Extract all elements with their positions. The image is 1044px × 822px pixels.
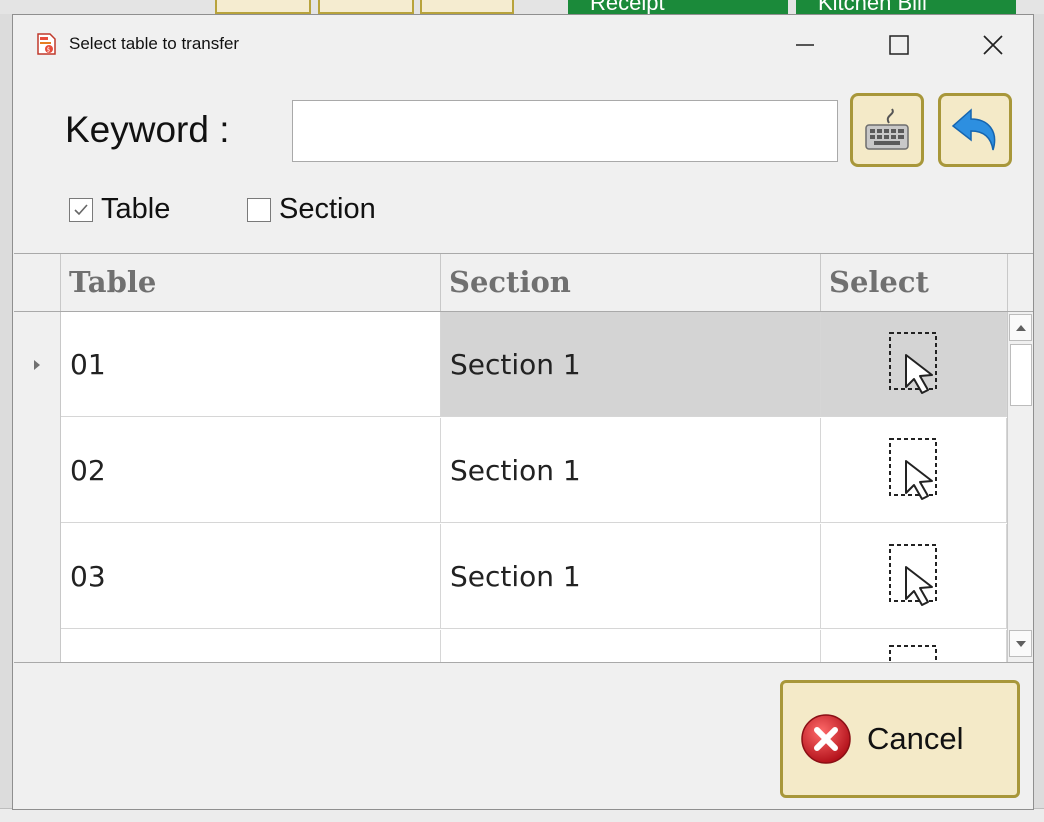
row-header[interactable]: [14, 524, 61, 630]
minimize-icon: [796, 44, 814, 46]
back-button[interactable]: [938, 93, 1012, 167]
row-header[interactable]: [14, 312, 61, 418]
select-cursor-icon: [888, 645, 937, 662]
scroll-down-icon: [1015, 640, 1026, 647]
maximize-button[interactable]: [869, 21, 929, 69]
filter-table-checkbox[interactable]: Table: [69, 193, 170, 226]
row-header[interactable]: [14, 418, 61, 524]
cell-section[interactable]: Section 1: [441, 524, 821, 629]
app-icon: $: [35, 32, 59, 56]
maximize-icon: [889, 35, 909, 55]
transfer-table-dialog: $ Select table to transfer Keyword : Tab…: [12, 14, 1034, 810]
minimize-button[interactable]: [775, 21, 835, 69]
scroll-thumb[interactable]: [1010, 344, 1032, 406]
select-cursor-icon: [888, 438, 937, 500]
select-row-button[interactable]: [821, 312, 1007, 417]
scroll-up-button[interactable]: [1009, 314, 1032, 341]
cancel-icon: [801, 714, 851, 764]
cell-table[interactable]: 01: [61, 312, 441, 417]
background-button: [420, 0, 514, 14]
column-header-table[interactable]: Table: [61, 254, 441, 311]
scroll-up-icon: [1015, 324, 1026, 331]
keyboard-button[interactable]: [850, 93, 924, 167]
tables-grid: Table Section Select 01 Section 1 02 Sec…: [14, 253, 1033, 663]
keyword-label: Keyword :: [65, 109, 230, 150]
keyboard-icon: [865, 108, 909, 150]
filter-section-checkbox[interactable]: Section: [247, 193, 376, 226]
scroll-down-button[interactable]: [1009, 630, 1032, 657]
background-button: [215, 0, 311, 14]
select-cursor-icon: [888, 332, 937, 394]
cell-table[interactable]: [61, 630, 441, 662]
table-row[interactable]: 02 Section 1: [14, 418, 1007, 524]
dialog-title: Select table to transfer: [69, 34, 240, 53]
cell-section[interactable]: [441, 630, 821, 662]
grid-header: Table Section Select: [14, 254, 1033, 312]
svg-text:$: $: [47, 47, 51, 54]
checkbox-checked[interactable]: [69, 197, 93, 222]
select-row-button[interactable]: [821, 630, 1007, 662]
title-bar: $ Select table to transfer: [13, 15, 1033, 79]
column-header-select[interactable]: Select: [821, 254, 1008, 311]
current-row-arrow-icon: [34, 360, 40, 370]
table-row[interactable]: [14, 630, 1007, 662]
back-arrow-icon: [951, 108, 996, 151]
row-header[interactable]: [14, 630, 61, 662]
close-button[interactable]: [963, 21, 1023, 69]
table-row[interactable]: 03 Section 1: [14, 524, 1007, 630]
background-button: [318, 0, 414, 14]
vertical-scrollbar[interactable]: [1007, 312, 1033, 662]
cell-section[interactable]: Section 1: [441, 418, 821, 523]
cancel-label: Cancel: [867, 721, 964, 756]
select-cursor-icon: [888, 544, 937, 606]
cancel-button[interactable]: Cancel: [780, 680, 1020, 798]
row-header-corner: [14, 254, 61, 311]
cell-table[interactable]: 02: [61, 418, 441, 523]
select-row-button[interactable]: [821, 418, 1007, 523]
background-statusbar: [0, 808, 1044, 822]
close-icon: [983, 35, 1003, 55]
select-row-button[interactable]: [821, 524, 1007, 629]
table-row[interactable]: 01 Section 1: [14, 312, 1007, 418]
checkbox-unchecked[interactable]: [247, 197, 271, 222]
filter-section-label: Section: [279, 193, 376, 225]
background-tab-kitchen-bill: Kitchen Bill: [796, 0, 1016, 14]
cell-section[interactable]: Section 1: [441, 312, 821, 417]
checkmark-icon: [74, 203, 88, 215]
keyword-input[interactable]: [292, 100, 838, 162]
background-tab-receipt: Receipt: [568, 0, 788, 14]
filter-table-label: Table: [101, 193, 171, 225]
cell-table[interactable]: 03: [61, 524, 441, 629]
column-header-section[interactable]: Section: [441, 254, 821, 311]
